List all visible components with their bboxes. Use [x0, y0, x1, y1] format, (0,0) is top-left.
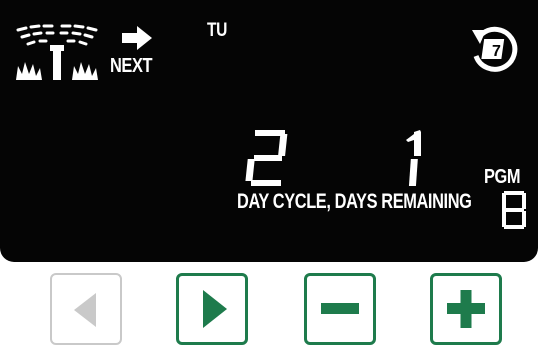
back-button[interactable] — [50, 273, 122, 345]
svg-text:7: 7 — [492, 43, 501, 60]
sprinkler-icon — [16, 24, 98, 80]
triangle-right-icon — [203, 290, 227, 328]
calendar-cycle-icon: 7 — [472, 26, 518, 72]
minus-icon — [321, 303, 359, 314]
next-label: NEXT — [110, 55, 153, 77]
days-remaining-digit — [406, 130, 421, 186]
plus-icon — [447, 290, 485, 328]
plus-button[interactable] — [430, 273, 502, 345]
cycle-label: DAY CYCLE, DAYS REMAINING — [237, 190, 472, 213]
day-label: TU — [207, 20, 227, 41]
pgm-label: PGM — [484, 166, 521, 188]
lcd-display: NEXT TU 7 2 1 DAY CYCLE, DAYS REMAINING … — [0, 0, 538, 262]
minus-button[interactable] — [304, 273, 376, 345]
forward-button[interactable] — [176, 273, 248, 345]
triangle-left-icon — [74, 293, 96, 327]
arrow-right-icon — [122, 26, 152, 50]
cycle-digit — [245, 130, 288, 186]
program-letter — [502, 191, 526, 229]
